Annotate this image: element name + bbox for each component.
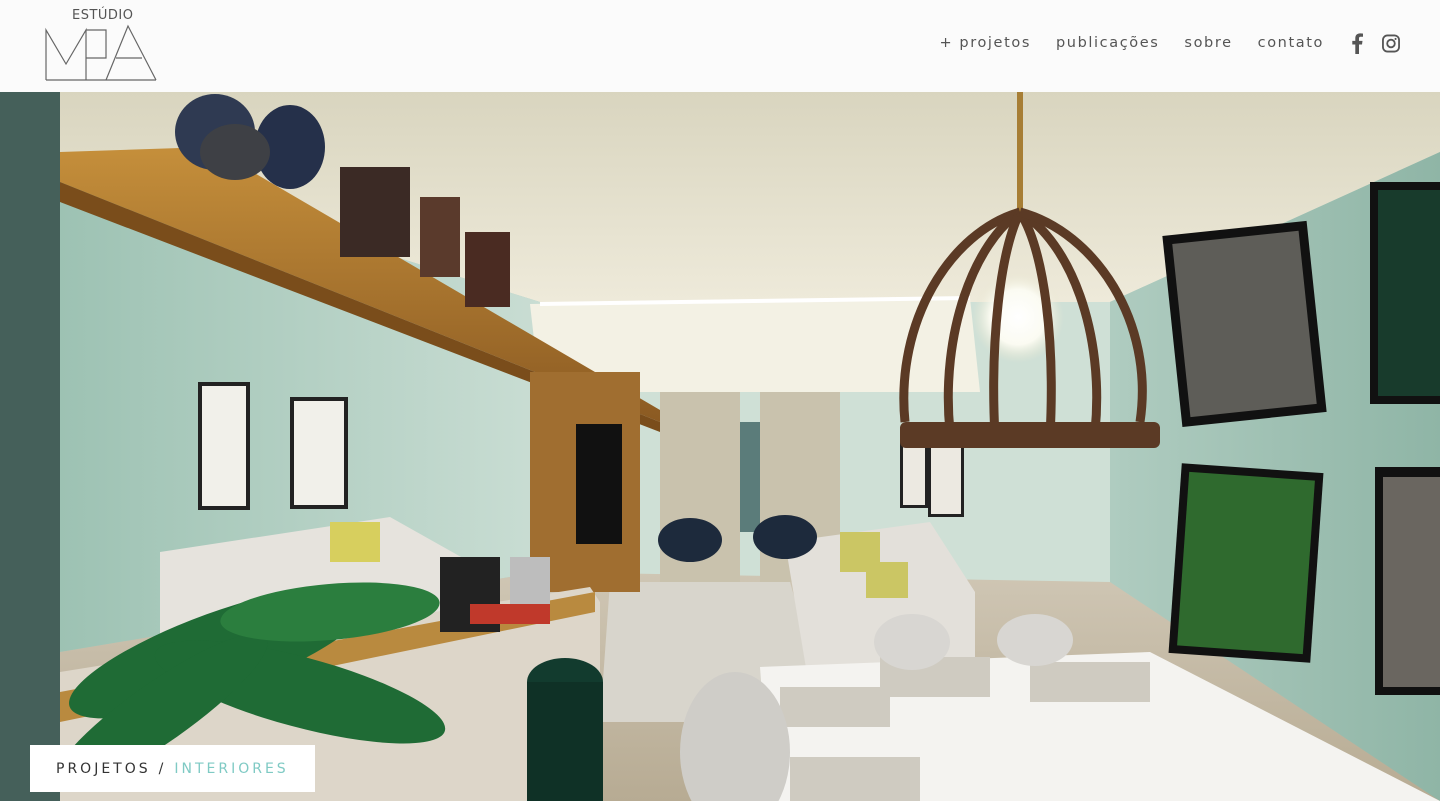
nav-link-contact[interactable]: contato [1258,35,1324,51]
breadcrumb-link-projects[interactable]: PROJETOS [56,761,151,777]
nav-link-about[interactable]: sobre [1184,35,1232,51]
logo[interactable]: ESTÚDIO [44,8,160,84]
logo-mark-icon [45,24,157,81]
site-header: ESTÚDIO + projetos publicações sobre con… [0,0,1440,92]
hero-image [0,92,1440,801]
breadcrumb: PROJETOS / INTERIORES [30,745,315,792]
facebook-icon[interactable] [1348,32,1366,54]
nav-link-publications[interactable]: publicações [1056,35,1159,51]
instagram-icon[interactable] [1382,32,1400,54]
breadcrumb-separator: / [158,760,167,777]
breadcrumb-current: INTERIORES [174,760,289,777]
interior-render-image [0,92,1440,801]
nav-link-projects[interactable]: + projetos [939,35,1031,51]
logo-top-text: ESTÚDIO [72,8,134,23]
main-nav: + projetos publicações sobre contato [914,32,1400,54]
